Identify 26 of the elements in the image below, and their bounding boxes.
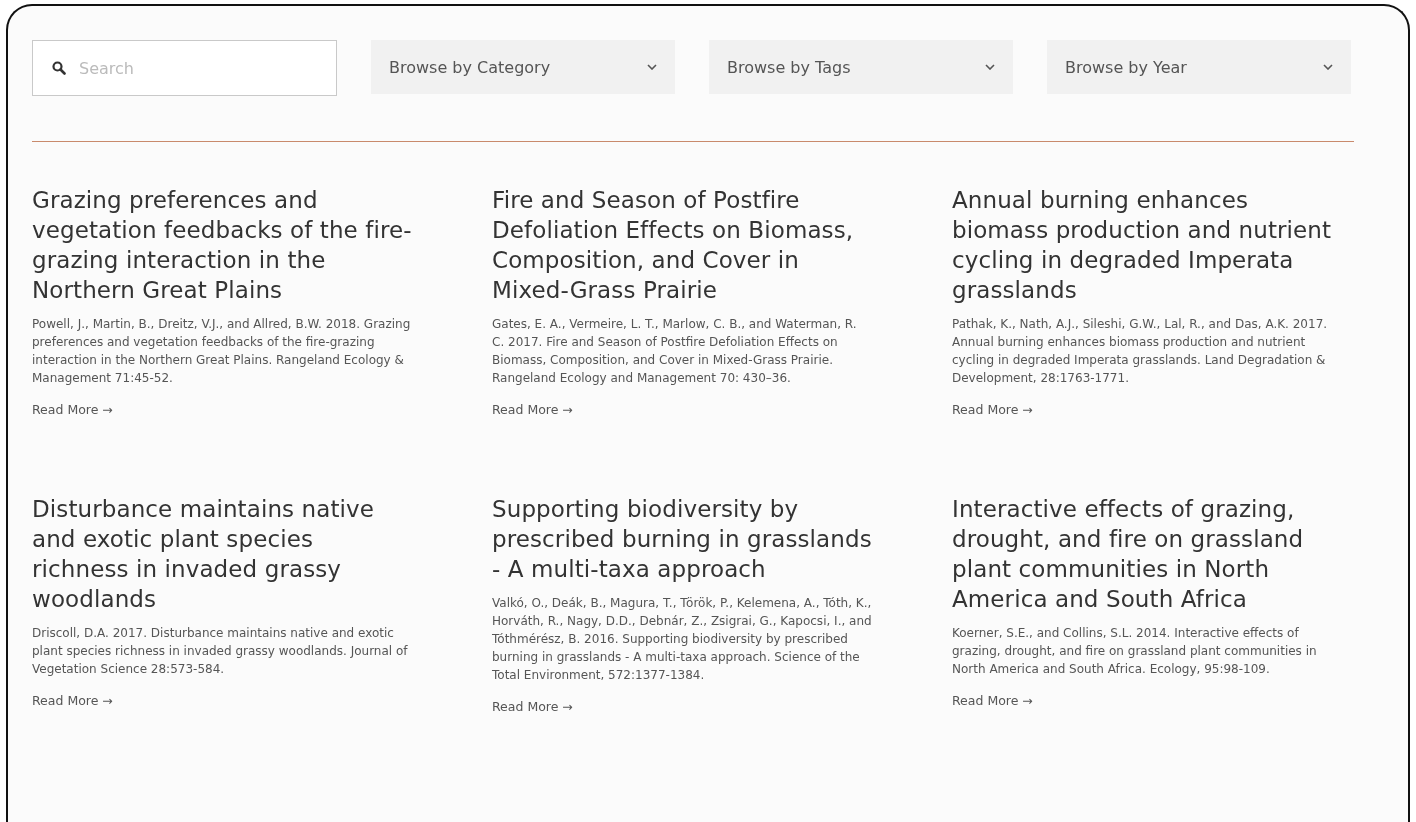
article-title: Grazing preferences and vegetation feedbacks of the fire-grazing interaction in the Northern Great Plains [32, 186, 412, 305]
article-title: Annual burning enhances biomass production and nutrient cycling in degraded Imperata grasslands [952, 186, 1332, 305]
search-field[interactable]: Search [32, 40, 337, 96]
chevron-down-icon [1323, 64, 1333, 70]
read-more-link[interactable]: Read More → [952, 693, 1033, 708]
filter-dropdown[interactable]: Browse by Tags [709, 40, 1013, 94]
filter-dropdown[interactable]: Browse by Year [1047, 40, 1351, 94]
article-citation: Gates, E. A., Vermeire, L. T., Marlow, C. B., and Waterman, R. C. 2017. Fire and Season of Postfire Defoliation Effects on Biomass, Composition, and Cover in Mixed-Grass Prairie. Rangeland Ecology and Management 70: 430–36. [492, 316, 858, 387]
article-citation: Powell, J., Martin, B., Dreitz, V.J., and Allred, B.W. 2018. Grazing preferences and vegetation feedbacks of the fire-grazing interaction in the Northern Great Plains. Rangeland Ecology & Management 71:45-52. [32, 316, 412, 387]
article-title: Disturbance maintains native and exotic plant species richness in invaded grassy woodlands [32, 495, 375, 614]
read-more-link[interactable]: Read More → [32, 693, 113, 708]
filter-dropdown[interactable]: Browse by Category [371, 40, 675, 94]
article-citation: Pathak, K., Nath, A.J., Sileshi, G.W., Lal, R., and Das, A.K. 2017. Annual burning enhances biomass production and nutrient cycling in degraded Imperata grasslands. Land Degradation & Development, 28:1763-1771. [952, 316, 1329, 387]
chevron-down-icon [985, 64, 995, 70]
article-citation: Driscoll, D.A. 2017. Disturbance maintains native and exotic plant species richness in invaded grassy woodlands. Journal of Vegetation Science 28:573-584. [32, 625, 409, 678]
read-more-link[interactable]: Read More → [492, 699, 573, 714]
article-title: Supporting biodiversity by prescribed burning in grasslands - A multi-taxa approach [492, 495, 872, 584]
article-citation: Koerner, S.E., and Collins, S.L. 2014. Interactive effects of grazing, drought, and fire on grassland plant communities in North America and South Africa. Ecology, 95:98-109. [952, 625, 1318, 678]
chevron-down-icon [647, 64, 657, 70]
read-more-link[interactable]: Read More → [952, 402, 1033, 417]
read-more-link[interactable]: Read More → [492, 402, 573, 417]
search-icon [52, 61, 66, 75]
read-more-link[interactable]: Read More → [32, 402, 113, 417]
article-title: Fire and Season of Postfire Defoliation Effects on Biomass, Composition, and Cover in Mixed-Grass Prairie [492, 186, 855, 305]
article-title: Interactive effects of grazing, drought, and fire on grassland plant communities in North America and South Africa [952, 495, 1305, 614]
article-citation: Valkó, O., Deák, B., Magura, T., Török, P., Kelemena, A., Tóth, K., Horváth, R., Nagy, D.D., Debnár, Z., Zsigrai, G., Kapocsi, I., and Tóthmérész, B. 2016. Supporting biodiversity by prescribed burning in grasslands - A multi-taxa approach. Science of the Total Environment, 572:1377-1384. [492, 595, 872, 684]
